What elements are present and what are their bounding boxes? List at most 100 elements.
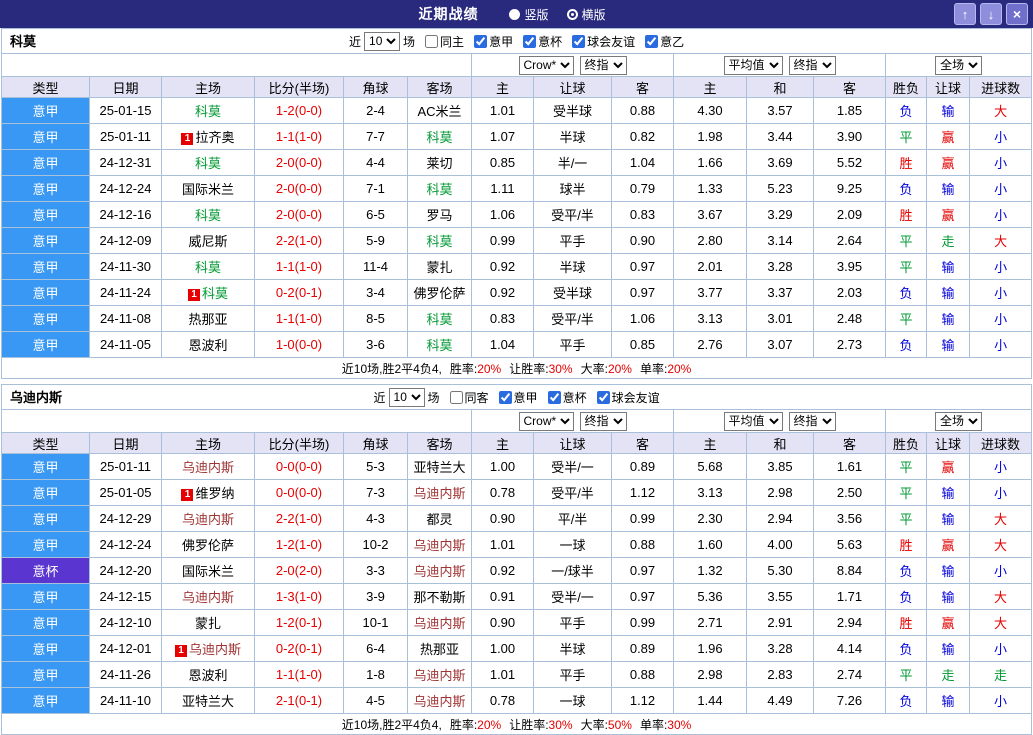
checkbox-input[interactable] xyxy=(449,390,463,404)
handicap-odds-away: 0.99 xyxy=(611,505,674,532)
checkbox-input[interactable] xyxy=(474,34,488,48)
away-team-cell: 乌迪内斯 xyxy=(407,557,472,584)
filter-controls: 近 10 场 同客 意甲 意杯 球会友谊 xyxy=(374,387,660,407)
league-filter-checkbox[interactable]: 同客 xyxy=(449,389,489,406)
away-team-cell: 热那亚 xyxy=(407,635,472,662)
titlebar: 近期战绩 竖版 横版 ↑ ↓ × xyxy=(0,0,1033,28)
handicap-odds-away: 0.97 xyxy=(611,557,674,584)
result-goals: 小 xyxy=(968,331,1033,358)
league-type: 意甲 xyxy=(1,279,90,306)
home-team-name: 乌迪内斯 xyxy=(181,512,234,527)
checkbox-input[interactable] xyxy=(498,390,512,404)
average-odds-home: 3.67 xyxy=(673,201,747,228)
red-card-badge: 1 xyxy=(174,645,187,657)
handicap-company-select[interactable]: Crow* xyxy=(518,411,574,431)
handicap-odds-line: 半球 xyxy=(533,635,612,662)
average-time-select[interactable]: 终指 xyxy=(788,411,836,431)
close-button[interactable]: × xyxy=(1006,3,1028,25)
league-filter-checkbox[interactable]: 同主 xyxy=(425,33,464,50)
home-team-cell: 1 乌迪内斯 xyxy=(161,635,255,662)
match-row: 意甲 24-12-31 科莫 2-0(0-0) 4-4 莱切 0.85 半/一 1.04 1.66… xyxy=(1,149,1033,176)
match-count-select[interactable]: 10 xyxy=(388,387,425,407)
home-team-cell: 科莫 xyxy=(161,253,255,280)
result-goals: 大 xyxy=(968,531,1033,558)
column-header: 胜负 xyxy=(885,432,927,454)
handicap-odds-home: 1.06 xyxy=(471,201,534,228)
average-odds-away: 2.09 xyxy=(813,201,886,228)
stat-value: 20% xyxy=(477,361,502,376)
handicap-odds-away: 0.89 xyxy=(611,453,674,480)
checkbox-input[interactable] xyxy=(572,34,586,48)
result-goals: 小 xyxy=(968,201,1033,228)
checkbox-input[interactable] xyxy=(547,390,561,404)
league-filter-checkbox[interactable]: 意杯 xyxy=(547,389,587,406)
handicap-odds-home: 0.83 xyxy=(471,305,534,332)
checkbox-input[interactable] xyxy=(523,34,537,48)
mode-vertical-label: 竖版 xyxy=(524,7,549,22)
average-odds-home: 1.32 xyxy=(673,557,747,584)
league-filter-checkbox[interactable]: 意杯 xyxy=(523,33,562,50)
checkbox-label: 意甲 xyxy=(513,390,538,405)
handicap-time-select[interactable]: 终指 xyxy=(579,55,627,75)
result-handicap: 输 xyxy=(926,635,970,662)
header-row: 类型 日期 主场 比分(半场) 角球 客场主让球客主和客胜负 让球 进球数 xyxy=(1,76,1033,98)
match-row: 意甲 24-12-24 佛罗伦萨 1-2(1-0) 10-2 乌迪内斯 1.01 一球 0.88… xyxy=(1,531,1033,558)
average-odds-draw: 3.28 xyxy=(746,635,814,662)
home-team-name: 亚特兰大 xyxy=(181,694,234,709)
filter-controls: 近 10 场 同主 意甲 意杯 球会友谊 意乙 xyxy=(349,31,684,51)
scroll-up-button[interactable]: ↑ xyxy=(954,3,976,25)
match-date: 24-12-15 xyxy=(89,583,162,610)
result-goals: 小 xyxy=(968,149,1033,176)
home-team-name: 佛罗伦萨 xyxy=(181,538,234,553)
checkbox-input[interactable] xyxy=(425,34,439,48)
team-name: 科莫 xyxy=(10,34,37,49)
average-time-select[interactable]: 终指 xyxy=(788,55,836,75)
header-row: 类型 日期 主场 比分(半场) 角球 客场主让球客主和客胜负 让球 进球数 xyxy=(1,432,1033,454)
match-count-select[interactable]: 10 xyxy=(364,31,401,51)
scroll-down-button[interactable]: ↓ xyxy=(980,3,1002,25)
results-sections: 科莫 近 10 场 同主 意甲 意杯 球会友谊 意乙 Crow* 终指 平均值 终指 全场 … xyxy=(0,28,1033,735)
handicap-company-select[interactable]: Crow* xyxy=(518,55,574,75)
average-odds-draw: 3.69 xyxy=(746,149,814,176)
score: 1-1(1-0) xyxy=(254,253,344,280)
column-header: 主场 xyxy=(161,432,255,454)
handicap-odds-home: 1.11 xyxy=(471,175,534,202)
average-odds-away: 7.26 xyxy=(813,687,886,714)
column-header: 主 xyxy=(471,76,534,98)
league-filter-checkbox[interactable]: 意甲 xyxy=(474,33,513,50)
handicap-odds-home: 0.78 xyxy=(471,687,534,714)
handicap-time-select[interactable]: 终指 xyxy=(579,411,627,431)
titlebar-buttons: ↑ ↓ × xyxy=(954,3,1028,25)
mode-horizontal-radio[interactable]: 横版 xyxy=(566,6,606,23)
match-date: 24-11-26 xyxy=(89,661,162,688)
result-goals: 大 xyxy=(968,227,1033,254)
handicap-odds-line: 一球 xyxy=(533,531,612,558)
league-filter-checkbox[interactable]: 球会友谊 xyxy=(572,33,635,50)
result-goals: 小 xyxy=(968,123,1033,150)
handicap-odds-line: 受半/一 xyxy=(533,453,612,480)
result-handicap: 输 xyxy=(926,253,970,280)
stat-value: 30% xyxy=(548,717,573,732)
odds-source-row: Crow* 终指 平均值 终指 全场 xyxy=(1,409,1033,433)
away-team-name: 乌迪内斯 xyxy=(413,616,466,631)
scope-select[interactable]: 全场 xyxy=(935,411,983,431)
handicap-odds-away: 0.82 xyxy=(611,123,674,150)
handicap-odds-home: 0.92 xyxy=(471,279,534,306)
home-team-cell: 1 维罗纳 xyxy=(161,479,255,506)
checkbox-input[interactable] xyxy=(596,390,610,404)
average-source-select[interactable]: 平均值 xyxy=(723,55,783,75)
home-team-cell: 科莫 xyxy=(161,201,255,228)
home-team-cell: 国际米兰 xyxy=(161,557,255,584)
away-team-name: 科莫 xyxy=(426,234,453,249)
average-source-select[interactable]: 平均值 xyxy=(723,411,783,431)
league-filter-checkbox[interactable]: 意甲 xyxy=(498,389,538,406)
league-filter-checkbox[interactable]: 意乙 xyxy=(645,33,684,50)
league-filter-checkbox[interactable]: 球会友谊 xyxy=(596,389,660,406)
corner-score: 7-3 xyxy=(343,479,408,506)
score: 2-0(0-0) xyxy=(254,201,344,228)
checkbox-input[interactable] xyxy=(645,34,659,48)
mode-vertical-radio[interactable]: 竖版 xyxy=(509,6,549,23)
result-goals: 小 xyxy=(968,305,1033,332)
handicap-odds-line: 受半球 xyxy=(533,97,612,124)
scope-select[interactable]: 全场 xyxy=(935,55,983,75)
